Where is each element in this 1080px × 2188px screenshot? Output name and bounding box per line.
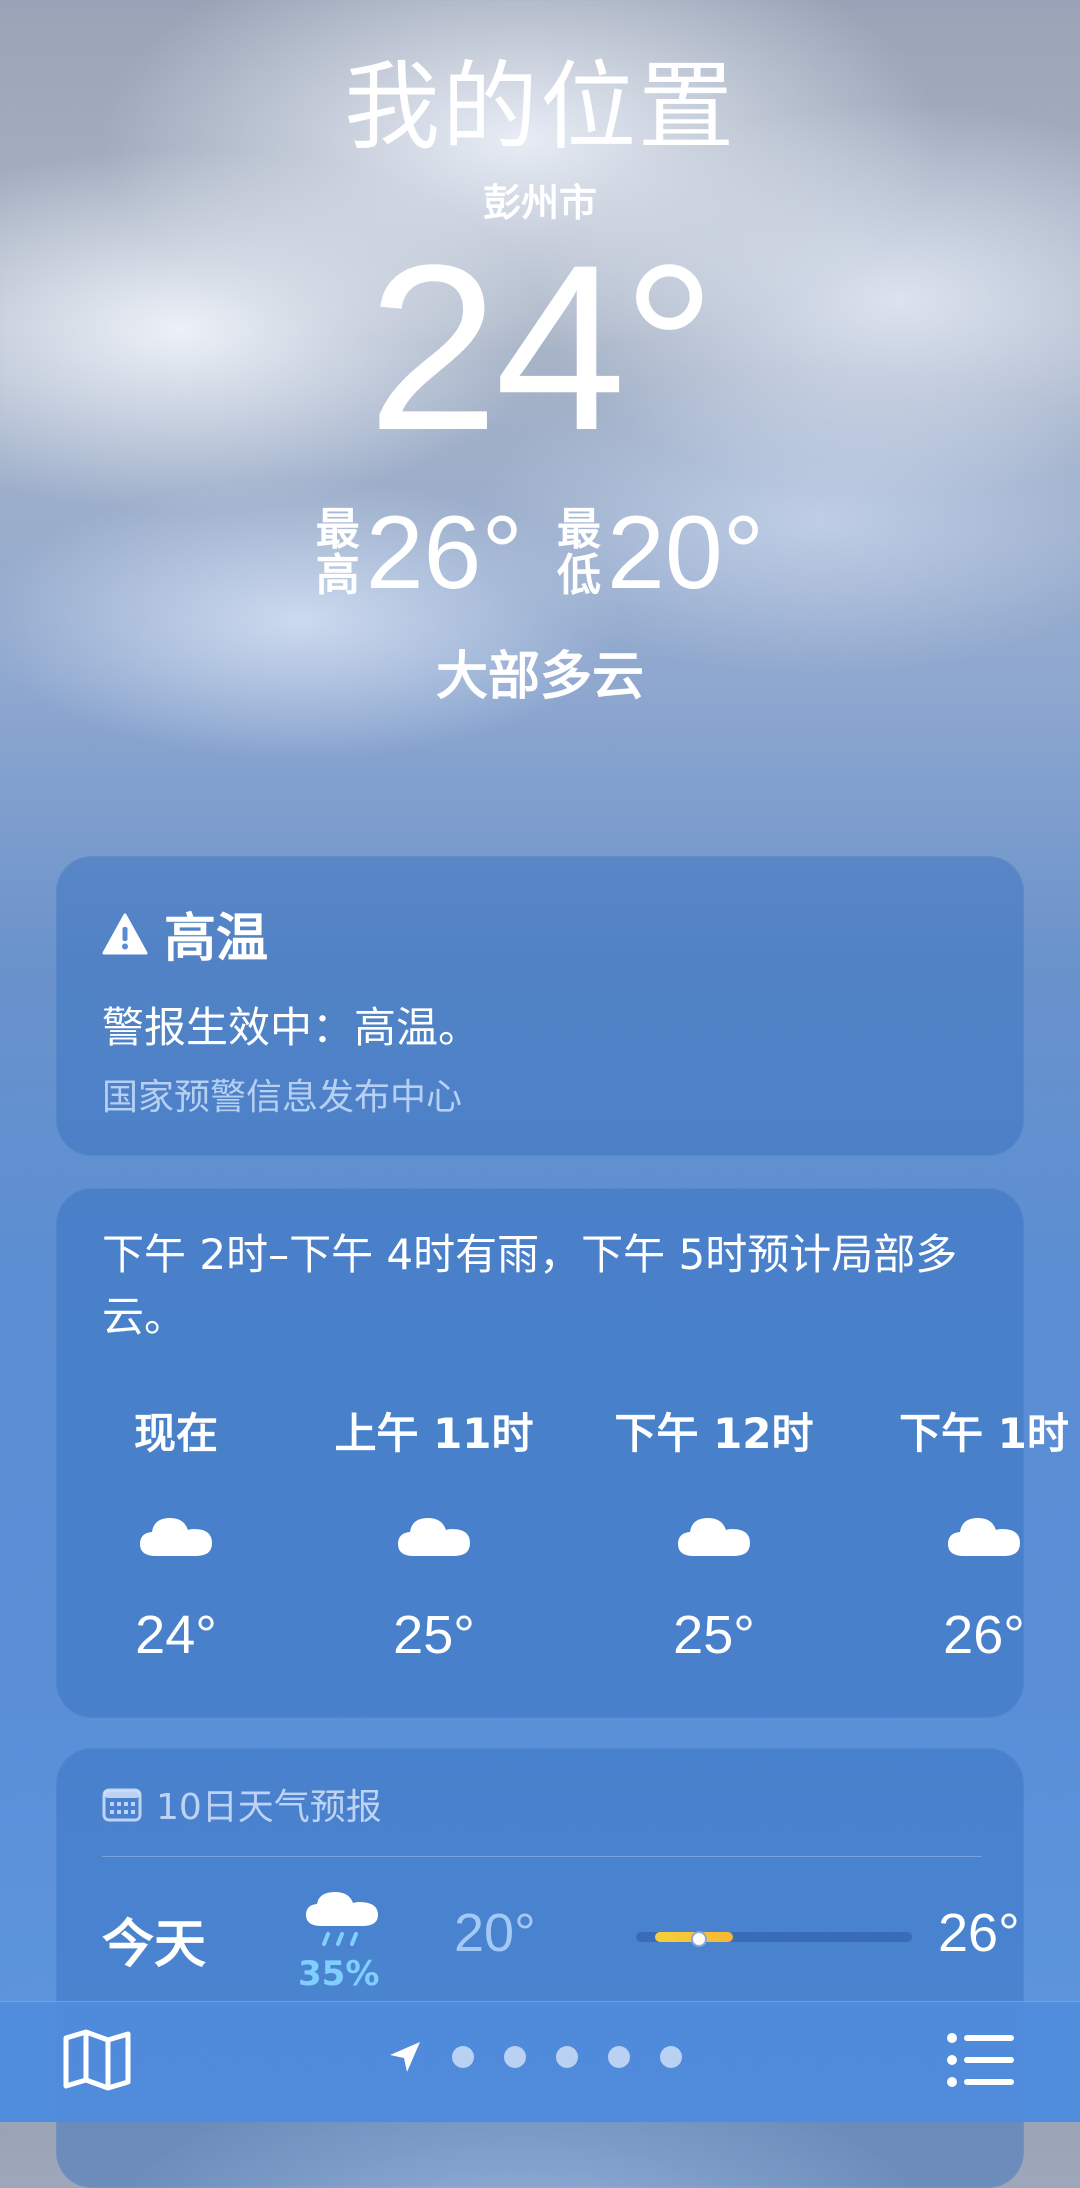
alert-text: 警报生效中：高温。 — [102, 1003, 481, 1052]
high-label-char-2: 高 — [315, 550, 360, 601]
hour-item: 现在 24° — [66, 1404, 286, 1666]
location-title: 我的位置 — [344, 51, 736, 163]
high-low-temps: 最 高 26° 最 低 20° — [0, 498, 1080, 608]
warning-icon — [102, 913, 148, 954]
page-dot[interactable] — [608, 2046, 630, 2068]
hour-temp: 25° — [393, 1605, 475, 1665]
precip-chance: 35% — [298, 1954, 380, 1994]
hour-item: 下午 1时 26° — [874, 1404, 1080, 1666]
day-high-temp: 26° — [938, 1903, 1020, 1963]
alert-source: 国家预警信息发布中心 — [102, 1077, 463, 1118]
high-temp: 26° — [365, 495, 523, 611]
forecast-divider — [102, 1856, 982, 1857]
cloud-icon — [398, 1518, 470, 1556]
hour-temp: 24° — [135, 1605, 217, 1665]
bottom-toolbar — [0, 2001, 1080, 2122]
cloud-icon — [678, 1518, 750, 1556]
high-label-char-1: 最 — [315, 504, 360, 555]
hour-label: 现在 — [133, 1409, 218, 1458]
ten-day-forecast-card[interactable]: 10日天气预报 今天 35% 20° 26° — [56, 1748, 1024, 2188]
calendar-icon — [102, 1788, 142, 1822]
hourly-forecast-card[interactable]: 下午 2时–下午 4时有雨，下午 5时预计局部多云。 现在 24° 上午 11时… — [56, 1188, 1069, 1718]
list-icon[interactable] — [946, 2030, 1016, 2090]
location-arrow-icon — [390, 2042, 420, 2072]
weather-condition: 大部多云 — [435, 647, 644, 707]
current-temperature: 24° — [367, 216, 717, 480]
hour-label: 下午 1时 — [899, 1409, 1069, 1458]
page-dot[interactable] — [504, 2046, 526, 2068]
hour-label: 上午 11时 — [334, 1409, 534, 1458]
low-label: 最 低 — [557, 507, 601, 599]
low-label-char-1: 最 — [557, 504, 601, 555]
hour-temp: 26° — [943, 1605, 1025, 1665]
hourly-summary: 下午 2时–下午 4时有雨，下午 5时预计局部多云。 — [102, 1230, 958, 1341]
cloud-icon — [140, 1518, 212, 1556]
high-temp-group: 最 高 26° — [316, 498, 523, 608]
alert-title-row: 高温 — [102, 896, 268, 971]
page-dot[interactable] — [660, 2046, 682, 2068]
rain-cloud-icon — [306, 1892, 378, 1946]
page-dot[interactable] — [556, 2046, 578, 2068]
current-temp-marker — [691, 1931, 708, 1947]
hour-label: 下午 12时 — [614, 1409, 814, 1458]
forecast-day-row[interactable]: 今天 35% 20° 26° — [102, 1872, 1020, 2012]
low-temp-group: 最 低 20° — [557, 498, 764, 608]
page-dot[interactable] — [452, 2046, 474, 2068]
high-label: 最 高 — [316, 507, 360, 599]
forecast-header: 10日天气预报 — [102, 1778, 382, 1830]
page-indicator[interactable] — [388, 2040, 682, 2074]
forecast-title: 10日天气预报 — [156, 1787, 382, 1828]
day-name: 今天 — [102, 1915, 207, 1975]
hour-item: 下午 12时 25° — [604, 1404, 824, 1666]
alert-title: 高温 — [164, 909, 269, 969]
temp-range-bar — [636, 1931, 912, 1947]
cloud-icon — [948, 1518, 1020, 1556]
alert-card[interactable]: 高温 警报生效中：高温。 国家预警信息发布中心 — [56, 856, 1024, 1156]
hour-temp: 25° — [673, 1605, 755, 1665]
day-low-temp: 20° — [454, 1903, 536, 1963]
low-temp: 20° — [607, 495, 765, 611]
hour-item: 上午 11时 25° — [324, 1404, 544, 1666]
low-label-char-2: 低 — [557, 550, 601, 601]
map-icon[interactable] — [62, 2028, 132, 2092]
